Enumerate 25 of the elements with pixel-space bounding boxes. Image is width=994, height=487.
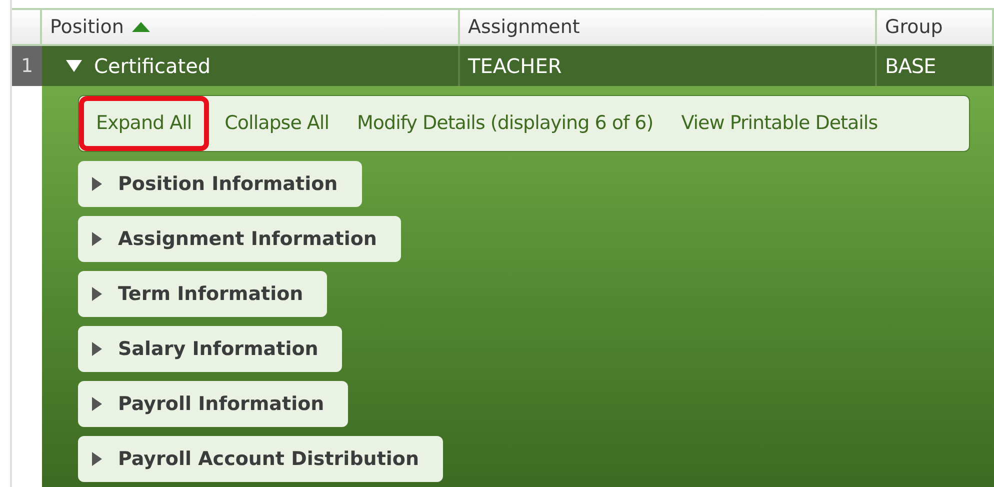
section-header[interactable]: Payroll Account Distribution: [78, 436, 443, 482]
toolbar-link[interactable]: Expand All: [79, 96, 209, 151]
caret-right-icon: [92, 452, 102, 466]
caret-down-icon[interactable]: [66, 60, 82, 72]
table-cell-text: TEACHER: [468, 53, 562, 80]
row-number: 1: [12, 46, 42, 86]
toolbar-link[interactable]: Collapse All: [212, 96, 341, 151]
caret-right-icon: [92, 232, 102, 246]
column-header[interactable]: Group: [877, 10, 994, 44]
column-header[interactable]: Position: [42, 10, 460, 44]
caret-right-icon: [92, 287, 102, 301]
sort-ascending-icon: [132, 22, 150, 32]
toolbar-link[interactable]: View Printable Details: [669, 96, 890, 151]
caret-right-icon: [92, 342, 102, 356]
table-cell-text: BASE: [885, 53, 936, 80]
toolbar-link[interactable]: Modify Details (displaying 6 of 6): [345, 96, 666, 151]
caret-right-icon: [92, 177, 102, 191]
caret-right-icon: [92, 397, 102, 411]
column-header[interactable]: Assignment: [460, 10, 877, 44]
section-header[interactable]: Payroll Information: [78, 381, 348, 427]
section-header[interactable]: Assignment Information: [78, 216, 401, 262]
table-cell-text: Certificated: [94, 53, 211, 80]
section-header[interactable]: Salary Information: [78, 326, 342, 372]
section-header[interactable]: Term Information: [78, 271, 328, 317]
section-header[interactable]: Position Information: [78, 161, 362, 207]
